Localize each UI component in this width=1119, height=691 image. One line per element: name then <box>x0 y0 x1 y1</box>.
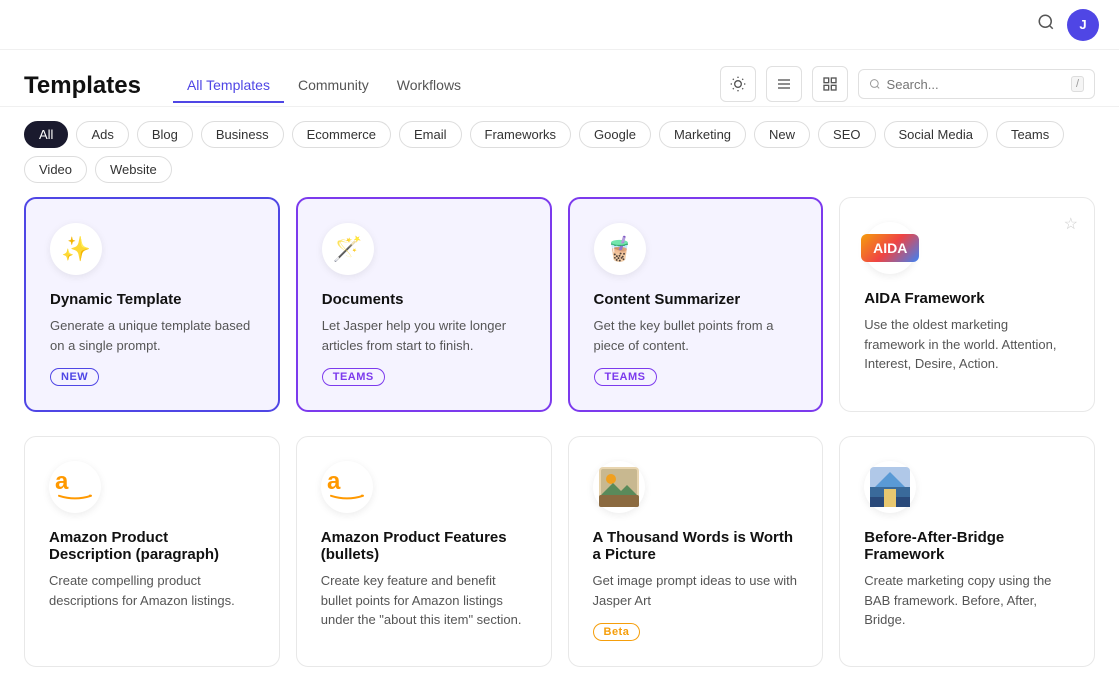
nav-community[interactable]: Community <box>284 69 383 103</box>
header-nav: All Templates Community Workflows <box>173 69 475 103</box>
card-icon-dynamic-template: ✨ <box>50 223 102 275</box>
top-bar: J <box>0 0 1119 50</box>
filter-social-media[interactable]: Social Media <box>884 121 988 148</box>
search-input-icon <box>869 77 881 91</box>
filter-google[interactable]: Google <box>579 121 651 148</box>
card-desc-documents: Let Jasper help you write longer article… <box>322 316 526 355</box>
filter-ads[interactable]: Ads <box>76 121 128 148</box>
card-icon-aida: AIDA <box>864 222 916 274</box>
card-title-amazon-desc: Amazon Product Description (paragraph) <box>49 529 255 563</box>
search-box[interactable]: / <box>858 69 1095 99</box>
card-title-content-summarizer: Content Summarizer <box>594 291 798 308</box>
card-desc-content-summarizer: Get the key bullet points from a piece o… <box>594 316 798 355</box>
card-icon-amazon-features: a <box>321 461 373 513</box>
card-icon-content-summarizer: 🧋 <box>594 223 646 275</box>
filter-blog[interactable]: Blog <box>137 121 193 148</box>
card-content-summarizer[interactable]: 🧋 Content Summarizer Get the key bullet … <box>568 197 824 412</box>
card-desc-thousand-words: Get image prompt ideas to use with Jaspe… <box>593 571 799 610</box>
svg-text:a: a <box>327 468 341 495</box>
filter-ecommerce[interactable]: Ecommerce <box>292 121 391 148</box>
badge-beta: Beta <box>593 623 641 641</box>
card-icon-bab <box>864 461 916 513</box>
badge-new: NEW <box>50 368 99 386</box>
filter-bar: All Ads Blog Business Ecommerce Email Fr… <box>0 107 1119 197</box>
filter-frameworks[interactable]: Frameworks <box>470 121 572 148</box>
card-desc-bab: Create marketing copy using the BAB fram… <box>864 571 1070 630</box>
nav-workflows[interactable]: Workflows <box>383 69 475 103</box>
card-amazon-product-features[interactable]: a Amazon Product Features (bullets) Crea… <box>296 436 552 667</box>
filter-business[interactable]: Business <box>201 121 284 148</box>
header: Templates All Templates Community Workfl… <box>0 50 1119 107</box>
search-icon[interactable] <box>1037 13 1055 36</box>
card-icon-amazon-desc: a <box>49 461 101 513</box>
card-title-bab: Before-After-Bridge Framework <box>864 529 1070 563</box>
search-input[interactable] <box>887 77 1065 92</box>
card-title-documents: Documents <box>322 291 526 308</box>
top-bar-icons: J <box>1037 9 1099 41</box>
card-aida-framework[interactable]: ☆ AIDA AIDA Framework Use the oldest mar… <box>839 197 1095 412</box>
star-icon[interactable]: ☆ <box>1064 214 1078 234</box>
card-dynamic-template[interactable]: ✨ Dynamic Template Generate a unique tem… <box>24 197 280 412</box>
svg-text:a: a <box>55 468 69 495</box>
filter-teams[interactable]: Teams <box>996 121 1064 148</box>
cards-row1: ✨ Dynamic Template Generate a unique tem… <box>0 197 1119 436</box>
card-desc-aida: Use the oldest marketing framework in th… <box>864 315 1070 374</box>
list-view-button[interactable] <box>766 66 802 102</box>
grid-view-button[interactable] <box>812 66 848 102</box>
card-icon-documents: 🪄 <box>322 223 374 275</box>
card-desc-dynamic-template: Generate a unique template based on a si… <box>50 316 254 355</box>
filter-seo[interactable]: SEO <box>818 121 875 148</box>
search-shortcut: / <box>1071 76 1084 92</box>
card-desc-amazon-desc: Create compelling product descriptions f… <box>49 571 255 610</box>
card-documents[interactable]: 🪄 Documents Let Jasper help you write lo… <box>296 197 552 412</box>
card-title-dynamic-template: Dynamic Template <box>50 291 254 308</box>
avatar[interactable]: J <box>1067 9 1099 41</box>
card-icon-thousand-words <box>593 461 645 513</box>
card-bab-framework[interactable]: Before-After-Bridge Framework Create mar… <box>839 436 1095 667</box>
card-title-amazon-features: Amazon Product Features (bullets) <box>321 529 527 563</box>
filter-marketing[interactable]: Marketing <box>659 121 746 148</box>
filter-new[interactable]: New <box>754 121 810 148</box>
cards-row2: a Amazon Product Description (paragraph)… <box>0 436 1119 691</box>
filter-all[interactable]: All <box>24 121 68 148</box>
filter-video[interactable]: Video <box>24 156 87 183</box>
filter-email[interactable]: Email <box>399 121 462 148</box>
card-title-thousand-words: A Thousand Words is Worth a Picture <box>593 529 799 563</box>
card-title-aida: AIDA Framework <box>864 290 1070 307</box>
filter-website[interactable]: Website <box>95 156 172 183</box>
header-right: / <box>720 66 1095 102</box>
page-title: Templates <box>24 72 141 100</box>
badge-teams-documents: TEAMS <box>322 368 385 386</box>
badge-teams-summarizer: TEAMS <box>594 368 657 386</box>
nav-all-templates[interactable]: All Templates <box>173 69 284 103</box>
card-amazon-product-desc[interactable]: a Amazon Product Description (paragraph)… <box>24 436 280 667</box>
theme-toggle-button[interactable] <box>720 66 756 102</box>
card-thousand-words[interactable]: A Thousand Words is Worth a Picture Get … <box>568 436 824 667</box>
card-desc-amazon-features: Create key feature and benefit bullet po… <box>321 571 527 630</box>
